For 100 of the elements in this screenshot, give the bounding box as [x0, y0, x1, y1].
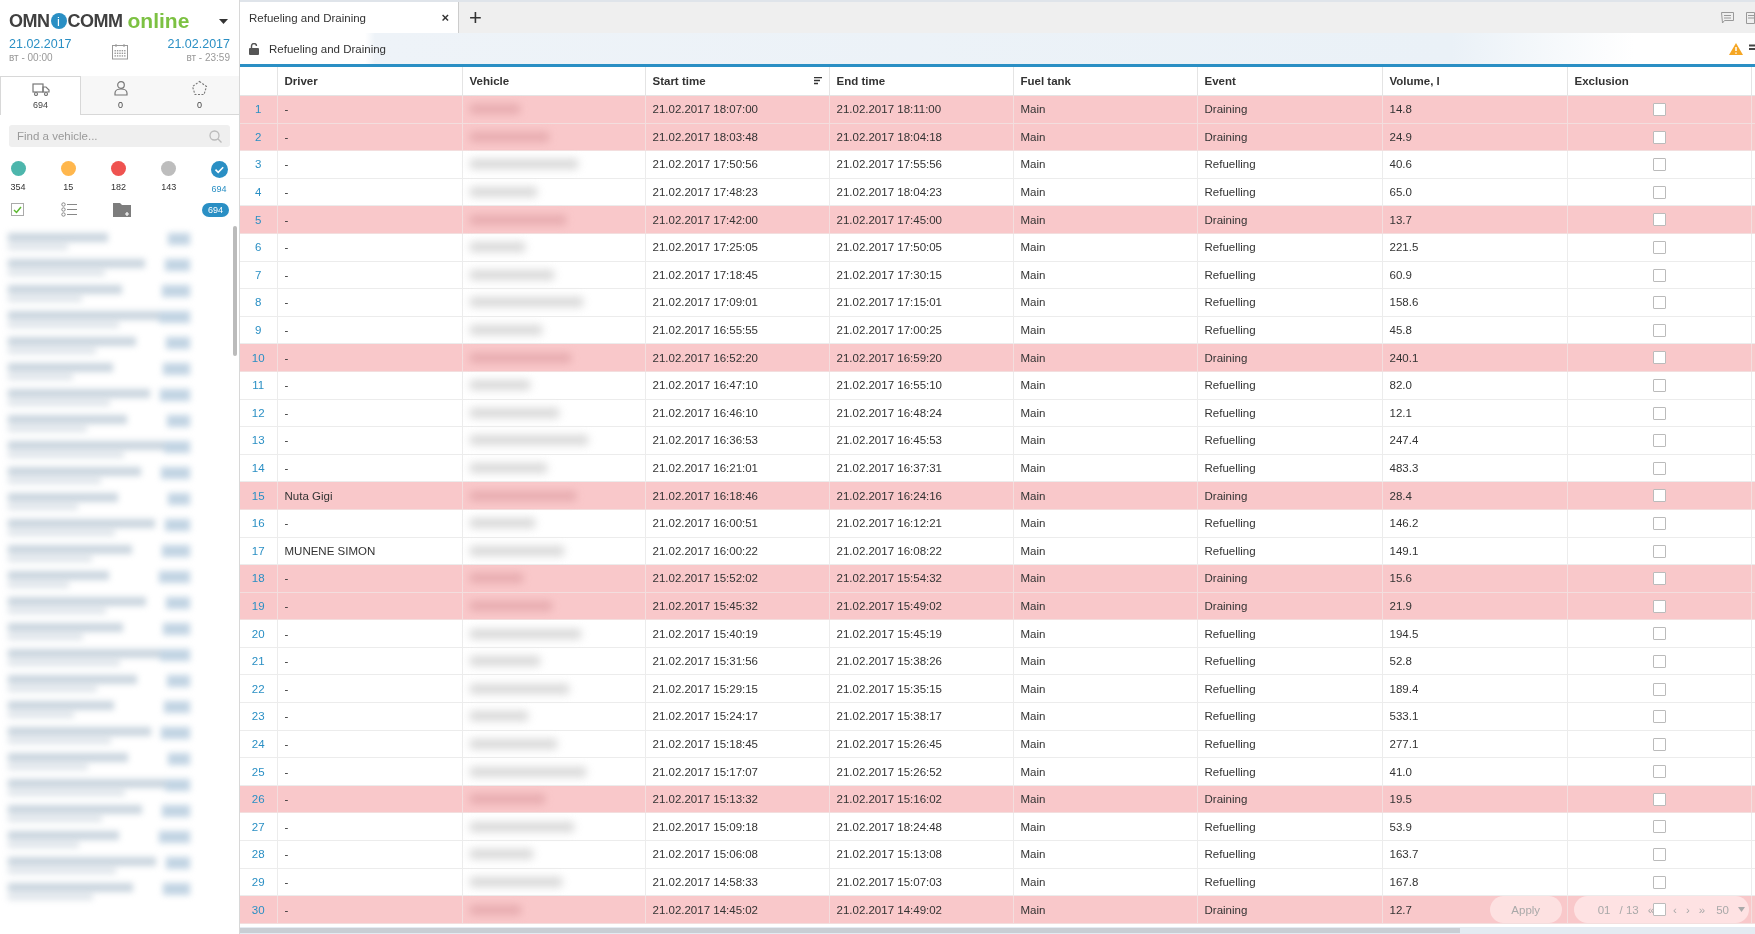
sidebar-tab[interactable]: 694 [0, 76, 81, 115]
scrollbar[interactable] [240, 927, 1755, 934]
checkbox[interactable] [1652, 323, 1666, 337]
column-header[interactable]: Driver [277, 67, 462, 96]
table-row[interactable]: 13 - 21.02.2017 16:36:53 21.02.2017 16:45:53 Main Refuelling 247.4 [240, 426, 1755, 455]
checkbox[interactable] [1652, 710, 1666, 724]
column-header[interactable]: Event [1197, 67, 1382, 96]
dropdown-icon[interactable] [1738, 907, 1745, 912]
checkbox[interactable] [1652, 820, 1666, 834]
checkbox[interactable] [1652, 406, 1666, 420]
checkbox[interactable] [1652, 378, 1666, 392]
table-row[interactable]: 10 - 21.02.2017 16:52:20 21.02.2017 16:59:20 Main Draining 240.1 [240, 343, 1755, 372]
column-header[interactable]: End time [829, 67, 1013, 96]
checkbox[interactable] [1652, 213, 1666, 227]
unlock-icon[interactable] [249, 42, 259, 55]
document-icon[interactable] [1746, 11, 1755, 24]
checkbox[interactable] [1652, 296, 1666, 310]
checkbox[interactable] [1652, 682, 1666, 696]
close-button[interactable]: × [441, 10, 449, 25]
table-row[interactable]: 26 - 21.02.2017 15:13:32 21.02.2017 15:16:02 Main Draining 19.5 [240, 785, 1755, 813]
column-header[interactable]: Start time [645, 67, 829, 96]
start-date[interactable]: 21.02.2017 [9, 38, 72, 51]
search-icon[interactable] [209, 130, 222, 143]
table-row[interactable]: 1 - 21.02.2017 18:07:00 21.02.2017 18:11:00 Main Draining 14.8 [240, 95, 1755, 124]
table-row[interactable]: 27 - 21.02.2017 15:09:18 21.02.2017 18:24:48 Main Refuelling 53.9 [240, 812, 1755, 841]
checkbox[interactable] [1652, 351, 1666, 365]
status-dot[interactable] [10, 161, 26, 176]
checkbox[interactable] [1652, 434, 1666, 448]
checkbox[interactable] [1652, 599, 1666, 613]
column-header[interactable]: Exclusion [1567, 67, 1751, 96]
end-date[interactable]: 21.02.2017 [167, 38, 230, 51]
caret-icon[interactable] [219, 18, 228, 24]
table-row[interactable]: 14 - 21.02.2017 16:21:01 21.02.2017 16:37:31 Main Refuelling 483.3 [240, 454, 1755, 482]
table-cell: 12.1 [1382, 399, 1567, 427]
search-field[interactable]: Find a vehicle... [9, 125, 230, 147]
table-cell: Refuelling [1197, 454, 1382, 482]
checkbox[interactable] [1652, 765, 1666, 779]
calendar-icon[interactable] [110, 42, 129, 60]
list-icon[interactable] [61, 202, 77, 217]
table-row[interactable]: 23 - 21.02.2017 15:24:17 21.02.2017 15:38:17 Main Refuelling 533.1 [240, 702, 1755, 731]
table-row[interactable]: 19 - 21.02.2017 15:45:32 21.02.2017 15:49:02 Main Draining 21.9 [240, 592, 1755, 620]
row-number: 6 [240, 233, 277, 262]
table-row[interactable]: 21 - 21.02.2017 15:31:56 21.02.2017 15:38:26 Main Refuelling 52.8 [240, 647, 1755, 675]
checkbox[interactable] [1652, 461, 1666, 475]
status-dot[interactable] [111, 161, 126, 176]
checkbox[interactable] [1652, 627, 1666, 641]
checkbox[interactable] [1652, 848, 1666, 862]
report-tab[interactable]: Refueling and Draining × [240, 2, 459, 33]
table-row[interactable]: 2 - 21.02.2017 18:03:48 21.02.2017 18:04:18 Main Draining 24.9 [240, 123, 1755, 151]
checkbox[interactable] [1652, 654, 1666, 668]
chat-icon[interactable] [1721, 11, 1734, 24]
checkbox[interactable] [1652, 130, 1666, 144]
table-row[interactable]: 22 - 21.02.2017 15:29:15 21.02.2017 15:35:15 Main Refuelling 189.4 [240, 674, 1755, 703]
checkbox[interactable] [1652, 268, 1666, 282]
checkbox[interactable] [1652, 792, 1666, 806]
checkbox[interactable] [1652, 103, 1666, 117]
scrollbar[interactable] [233, 226, 237, 356]
checkbox[interactable] [1652, 544, 1666, 558]
sidebar-tab[interactable]: 0 [81, 76, 160, 114]
column-header[interactable]: Vehicle [462, 67, 645, 96]
sort-icon[interactable] [813, 77, 822, 85]
sidebar-tab[interactable]: 0 [160, 76, 239, 114]
warning-icon[interactable] [1729, 42, 1743, 55]
column-header[interactable]: Fuel tank [1013, 67, 1197, 96]
table-row[interactable]: 5 - 21.02.2017 17:42:00 21.02.2017 17:45:00 Main Draining 13.7 [240, 205, 1755, 234]
table-row[interactable]: 3 - 21.02.2017 17:50:56 21.02.2017 17:55:56 Main Refuelling 40.6 [240, 150, 1755, 179]
menu-icon[interactable] [1749, 44, 1755, 53]
table-row[interactable]: 6 - 21.02.2017 17:25:05 21.02.2017 17:50:05 Main Refuelling 221.5 [240, 233, 1755, 262]
table-row[interactable]: 24 - 21.02.2017 15:18:45 21.02.2017 15:26:45 Main Refuelling 277.1 [240, 730, 1755, 758]
table-row[interactable]: 28 - 21.02.2017 15:06:08 21.02.2017 15:13:08 Main Refuelling 163.7 [240, 840, 1755, 869]
table-row[interactable]: 8 - 21.02.2017 17:09:01 21.02.2017 17:15:01 Main Refuelling 158.6 [240, 288, 1755, 317]
checkbox[interactable] [1652, 516, 1666, 530]
table-row[interactable]: 17 MUNENE SIMON 21.02.2017 16:00:22 21.02.2017 16:08:22 Main Refuelling 149.1 [240, 537, 1755, 565]
check-circle-icon[interactable] [210, 161, 228, 178]
column-header[interactable]: Volume, l [1382, 67, 1567, 96]
table-row[interactable]: 11 - 21.02.2017 16:47:10 21.02.2017 16:55:10 Main Refuelling 82.0 [240, 371, 1755, 400]
table-row[interactable]: 4 - 21.02.2017 17:48:23 21.02.2017 18:04:23 Main Refuelling 65.0 [240, 178, 1755, 206]
checkbox[interactable] [11, 203, 24, 216]
checkbox[interactable] [1652, 875, 1666, 889]
table-row[interactable]: 20 - 21.02.2017 15:40:19 21.02.2017 15:45:19 Main Refuelling 194.5 [240, 619, 1755, 648]
table-row[interactable]: 9 - 21.02.2017 16:55:55 21.02.2017 17:00:25 Main Refuelling 45.8 [240, 316, 1755, 344]
checkbox[interactable] [1652, 737, 1666, 751]
checkbox[interactable] [1652, 572, 1666, 586]
checkbox[interactable] [1652, 241, 1666, 254]
table-row[interactable]: 18 - 21.02.2017 15:52:02 21.02.2017 15:54:32 Main Draining 15.6 [240, 564, 1755, 593]
status-dot[interactable] [161, 161, 177, 176]
checkbox[interactable] [1652, 489, 1666, 503]
status-dot[interactable] [60, 161, 76, 176]
table-row[interactable]: 12 - 21.02.2017 16:46:10 21.02.2017 16:48:24 Main Refuelling 12.1 [240, 399, 1755, 427]
add-tab-button[interactable]: + [459, 2, 492, 33]
table-row[interactable]: 7 - 21.02.2017 17:18:45 21.02.2017 17:30:15 Main Refuelling 60.9 [240, 261, 1755, 289]
row-number: 29 [240, 868, 277, 896]
checkbox[interactable] [1652, 158, 1666, 172]
row-number: 27 [240, 812, 277, 841]
folder-icon[interactable] [113, 202, 131, 217]
checkbox[interactable] [1652, 185, 1666, 199]
table-row[interactable]: 15 Nuta Gigi 21.02.2017 16:18:46 21.02.2017 16:24:16 Main Draining 28.4 [240, 481, 1755, 510]
table-row[interactable]: 29 - 21.02.2017 14:58:33 21.02.2017 15:07:03 Main Refuelling 167.8 [240, 868, 1755, 896]
table-row[interactable]: 16 - 21.02.2017 16:00:51 21.02.2017 16:12:21 Main Refuelling 146.2 [240, 509, 1755, 537]
table-row[interactable]: 25 - 21.02.2017 15:17:07 21.02.2017 15:26:52 Main Refuelling 41.0 [240, 757, 1755, 786]
